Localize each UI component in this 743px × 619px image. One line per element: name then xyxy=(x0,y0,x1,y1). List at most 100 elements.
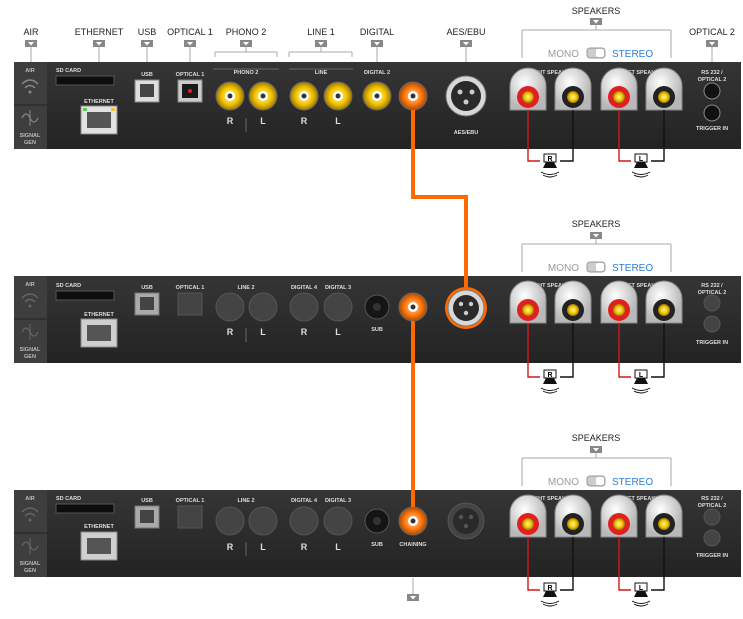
label-usb[interactable]: USB xyxy=(138,27,157,66)
usb-socket xyxy=(140,510,154,523)
right-speaker-red-terminal[interactable] xyxy=(509,494,547,538)
digital4-r-label: R xyxy=(301,327,308,337)
label-line1-text: LINE 1 xyxy=(307,27,335,37)
trigger-in-port[interactable] xyxy=(703,529,721,547)
line2-l-label: L xyxy=(260,327,266,337)
speaker-badge-left-1: L xyxy=(631,153,651,178)
rs232-optical2-label: OPTICAL 2 xyxy=(698,503,727,509)
optical-led xyxy=(188,89,192,93)
mode-stereo-label: STEREO xyxy=(612,263,653,274)
label-optical1[interactable]: OPTICAL 1 xyxy=(167,27,213,66)
left-speaker-red-terminal[interactable] xyxy=(600,67,638,111)
speakers-label: SPEAKERS xyxy=(572,433,621,443)
digital3-label: DIGITAL 3 xyxy=(325,498,351,504)
usb-socket xyxy=(140,84,154,97)
line2-r-jack[interactable] xyxy=(215,292,245,322)
label-optical1-text: OPTICAL 1 xyxy=(167,27,213,37)
rs232-label: RS 232 / xyxy=(701,496,723,502)
digital4-jack[interactable] xyxy=(289,506,319,536)
phono2-r-label: R xyxy=(227,116,234,126)
optical1-port[interactable] xyxy=(177,292,203,316)
side-air-label: AIR xyxy=(25,282,35,288)
ethernet-label: ETHERNET xyxy=(84,99,114,105)
left-speaker-black-terminal[interactable] xyxy=(645,280,683,324)
phono2-label: PHONO 2 xyxy=(234,70,259,76)
rs232-port[interactable] xyxy=(703,82,721,100)
line2-l-label: L xyxy=(260,542,266,552)
left-speaker-red-terminal[interactable] xyxy=(600,494,638,538)
label-air-text: AIR xyxy=(23,27,39,37)
speakers-label: SPEAKERS xyxy=(572,6,621,16)
mode-toggle-knob xyxy=(596,49,604,57)
sd-card-slot[interactable] xyxy=(55,503,115,514)
trigger-in-label: TRIGGER IN xyxy=(696,553,728,559)
usb-label: USB xyxy=(141,285,153,291)
line2-r-label: R xyxy=(227,542,234,552)
rs232-port[interactable] xyxy=(703,294,721,312)
side-gen-label: GEN xyxy=(24,354,36,360)
mode-mono-label: MONO xyxy=(548,263,579,274)
label-air[interactable]: AIR xyxy=(23,27,39,62)
left-speaker-red-terminal[interactable] xyxy=(600,280,638,324)
right-speaker-black-terminal[interactable] xyxy=(554,67,592,111)
optical1-label: OPTICAL 1 xyxy=(176,285,205,291)
line2-l-jack[interactable] xyxy=(248,292,278,322)
left-speaker-black-terminal[interactable] xyxy=(645,494,683,538)
right-speaker-red-terminal[interactable] xyxy=(509,280,547,324)
digital3-l-label: L xyxy=(335,542,341,552)
digital4-jack[interactable] xyxy=(289,292,319,322)
line-r-label: R xyxy=(301,116,308,126)
line2-r-jack[interactable] xyxy=(215,506,245,536)
speakers-mode-3: SPEAKERS MONO STEREO xyxy=(521,433,672,488)
left-speaker-black-terminal[interactable] xyxy=(645,67,683,111)
rs232-label: RS 232 / xyxy=(701,70,723,76)
sd-card-slot[interactable] xyxy=(55,75,115,86)
mode-mono-label: MONO xyxy=(548,477,579,488)
device-panel-3: AIR SIGNAL GEN SD CARD ETHERNET USB OPTI… xyxy=(14,490,741,601)
speaker-badge-left-3: L xyxy=(631,582,651,607)
trigger-in-port[interactable] xyxy=(703,104,721,122)
sd-card-slot[interactable] xyxy=(55,290,115,301)
speaker-badge-right-1: R xyxy=(540,153,560,178)
usb-label: USB xyxy=(141,72,153,78)
label-phono2-text: PHONO 2 xyxy=(226,27,267,37)
usb-label: USB xyxy=(141,498,153,504)
label-optical2[interactable]: OPTICAL 2 xyxy=(689,27,735,62)
label-ethernet-text: ETHERNET xyxy=(75,27,124,37)
speaker-badge-right-2: R xyxy=(540,369,560,394)
speakers-mode-2: SPEAKERS MONO STEREO xyxy=(521,219,672,274)
ethernet-label: ETHERNET xyxy=(84,312,114,318)
ethernet-socket xyxy=(87,325,111,341)
speaker-badge-left-text: L xyxy=(639,585,644,592)
phono2-l-label: L xyxy=(260,116,266,126)
side-signal-label: SIGNAL xyxy=(20,133,41,139)
label-aes-ebu[interactable]: AES/EBU xyxy=(446,27,486,66)
speaker-badge-right-3: R xyxy=(540,582,560,607)
optical1-port[interactable] xyxy=(177,505,203,529)
speaker-badge-right-text: R xyxy=(547,372,552,379)
label-phono2[interactable]: PHONO 2 xyxy=(214,27,278,57)
label-line1[interactable]: LINE 1 xyxy=(288,27,353,57)
sd-card-label: SD CARD xyxy=(56,496,81,502)
right-speaker-black-terminal[interactable] xyxy=(554,494,592,538)
optical1-label: OPTICAL 1 xyxy=(176,72,205,78)
label-digital[interactable]: DIGITAL xyxy=(360,27,394,66)
right-speaker-red-terminal[interactable] xyxy=(509,67,547,111)
digital3-label: DIGITAL 3 xyxy=(325,285,351,291)
trigger-in-port[interactable] xyxy=(703,315,721,333)
digital3-l-label: L xyxy=(335,327,341,337)
right-speaker-black-terminal[interactable] xyxy=(554,280,592,324)
device-panel-2: AIR SIGNAL GEN SD CARD ETHERNET USB OPTI… xyxy=(14,276,741,363)
digital3-jack[interactable] xyxy=(323,292,353,322)
mode-mono-label: MONO xyxy=(548,49,579,60)
line2-r-label: R xyxy=(227,327,234,337)
side-signal-label: SIGNAL xyxy=(20,347,41,353)
rs232-label: RS 232 / xyxy=(701,283,723,289)
digital4-r-label: R xyxy=(301,542,308,552)
label-digital-text: DIGITAL xyxy=(360,27,394,37)
rs232-port[interactable] xyxy=(703,508,721,526)
digital3-jack[interactable] xyxy=(323,506,353,536)
line2-l-jack[interactable] xyxy=(248,506,278,536)
speaker-badge-left-2: L xyxy=(631,369,651,394)
ethernet-socket xyxy=(87,538,111,554)
